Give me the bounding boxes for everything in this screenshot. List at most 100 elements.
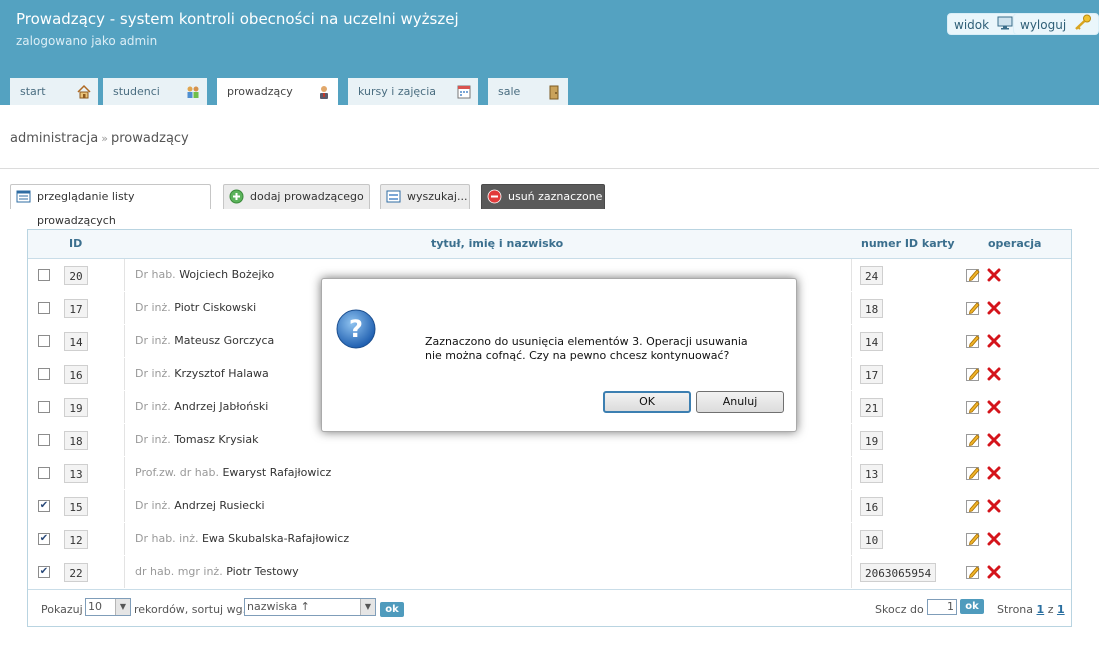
edit-icon[interactable] [965, 399, 981, 415]
tab-label: usuń zaznaczone [508, 190, 603, 203]
delete-icon[interactable] [987, 333, 1001, 348]
page-current-link[interactable]: 1 [1037, 603, 1045, 616]
edit-icon[interactable] [965, 531, 981, 547]
table-row: 13 Prof.zw. dr hab. Ewaryst Rafajłowicz 13 [28, 457, 1071, 491]
row-checkbox[interactable] [38, 335, 50, 347]
tab-start[interactable]: start [10, 78, 98, 105]
tab-sale[interactable]: sale [488, 78, 568, 105]
row-id: 18 [64, 431, 88, 450]
dialog-cancel-button[interactable]: Anuluj [696, 391, 784, 413]
row-card-cell: 16 [851, 490, 884, 522]
tab-search[interactable]: wyszukaj... [380, 184, 470, 209]
edit-icon[interactable] [965, 465, 981, 481]
page-size-select[interactable]: 10 ▼ [85, 598, 131, 616]
breadcrumb-current: prowadzący [111, 131, 189, 146]
tab-list-prowadzacy[interactable]: przeglądanie listy prowadzących [10, 184, 211, 227]
edit-icon[interactable] [965, 564, 981, 580]
goto-button[interactable]: ok [960, 599, 984, 614]
row-name: Krzysztof Halawa [174, 367, 269, 380]
row-name-cell: dr hab. mgr inż. Piotr Testowy [124, 556, 299, 588]
row-checkbox[interactable]: ✔ [38, 533, 50, 545]
edit-icon[interactable] [965, 333, 981, 349]
row-card-id: 17 [860, 365, 884, 384]
delete-icon[interactable] [987, 432, 1001, 447]
row-operations [965, 292, 1025, 324]
delete-icon[interactable] [987, 267, 1001, 282]
table-footer: Pokazuj 10 ▼ rekordów, sortuj wg. nazwis… [28, 593, 1071, 626]
search-form-icon [386, 189, 401, 204]
row-name: Andrzej Rusiecki [174, 499, 265, 512]
dialog-ok-button[interactable]: OK [603, 391, 691, 413]
row-checkbox[interactable] [38, 269, 50, 281]
row-name: Ewa Skubalska-Rafajłowicz [201, 532, 350, 545]
row-id: 19 [64, 398, 88, 417]
page-total-link[interactable]: 1 [1057, 603, 1065, 616]
row-checkbox[interactable] [38, 467, 50, 479]
row-title: Dr inż. [135, 367, 171, 380]
edit-icon[interactable] [965, 432, 981, 448]
app-header: Prowadzący - system kontroli obecności n… [0, 0, 1099, 105]
row-name-cell: Dr hab. Wojciech Bożejko [124, 259, 274, 291]
row-checkbox[interactable] [38, 434, 50, 446]
table-row: ✔ 22 dr hab. mgr inż. Piotr Testowy 2063065… [28, 556, 1071, 590]
row-card-cell: 21 [851, 391, 884, 423]
row-checkbox[interactable] [38, 302, 50, 314]
row-checkbox[interactable]: ✔ [38, 500, 50, 512]
row-checkbox[interactable]: ✔ [38, 566, 50, 578]
row-id: 14 [64, 332, 88, 351]
logout-button[interactable]: wyloguj [1013, 13, 1099, 35]
tab-kursy[interactable]: kursy i zajęcia [348, 78, 478, 105]
delete-icon[interactable] [987, 399, 1001, 414]
column-card[interactable]: numer ID karty [861, 237, 954, 250]
delete-icon[interactable] [987, 300, 1001, 315]
delete-circle-icon [487, 189, 502, 204]
row-operations [965, 457, 1025, 489]
row-id: 20 [64, 266, 88, 285]
tab-label: start [20, 85, 46, 98]
row-card-cell: 10 [851, 523, 884, 555]
row-id: 16 [64, 365, 88, 384]
breadcrumb-separator: » [101, 132, 108, 145]
chevron-down-icon: ▼ [360, 599, 375, 615]
tab-label: wyszukaj... [407, 190, 468, 203]
delete-icon[interactable] [987, 465, 1001, 480]
sort-value: nazwiska ↑ [247, 600, 310, 613]
sort-select[interactable]: nazwiska ↑ ▼ [244, 598, 376, 616]
view-button[interactable]: widok [947, 13, 1020, 35]
delete-icon[interactable] [987, 366, 1001, 381]
row-card-cell: 14 [851, 325, 884, 357]
apply-button[interactable]: ok [380, 602, 404, 617]
row-name-cell: Dr inż. Mateusz Gorczyca [124, 325, 274, 357]
column-name[interactable]: tytuł, imię i nazwisko [431, 237, 563, 250]
goto-page-input[interactable]: 1 [927, 599, 957, 615]
row-name-cell: Dr hab. inż. Ewa Skubalska-Rafajłowicz [124, 523, 349, 555]
tab-studenci[interactable]: studenci [103, 78, 207, 105]
column-id[interactable]: ID [69, 237, 82, 250]
row-checkbox[interactable] [38, 401, 50, 413]
breadcrumb-parent[interactable]: administracja [10, 131, 98, 146]
edit-icon[interactable] [965, 498, 981, 514]
app-title: Prowadzący - system kontroli obecności n… [16, 10, 459, 28]
logged-in-status: zalogowano jako admin [16, 34, 158, 48]
delete-icon[interactable] [987, 531, 1001, 546]
row-card-id: 24 [860, 266, 884, 285]
delete-selected-button[interactable]: usuń zaznaczone [481, 184, 605, 209]
edit-icon[interactable] [965, 300, 981, 316]
row-name: Piotr Testowy [226, 565, 299, 578]
calendar-icon [456, 83, 472, 99]
row-id: 13 [64, 464, 88, 483]
tab-label: sale [498, 85, 521, 98]
breadcrumb: administracja» prowadzący [10, 131, 189, 146]
edit-icon[interactable] [965, 267, 981, 283]
delete-icon[interactable] [987, 498, 1001, 513]
row-operations [965, 523, 1025, 555]
records-label: rekordów, sortuj wg. [134, 603, 247, 616]
row-name-cell: Dr inż. Krzysztof Halawa [124, 358, 269, 390]
row-checkbox[interactable] [38, 368, 50, 380]
row-card-id: 18 [860, 299, 884, 318]
delete-icon[interactable] [987, 564, 1001, 579]
tab-add-prowadzacy[interactable]: dodaj prowadzącego [223, 184, 370, 209]
tab-prowadzacy[interactable]: prowadzący [217, 78, 338, 105]
edit-icon[interactable] [965, 366, 981, 382]
row-card-id: 19 [860, 431, 884, 450]
